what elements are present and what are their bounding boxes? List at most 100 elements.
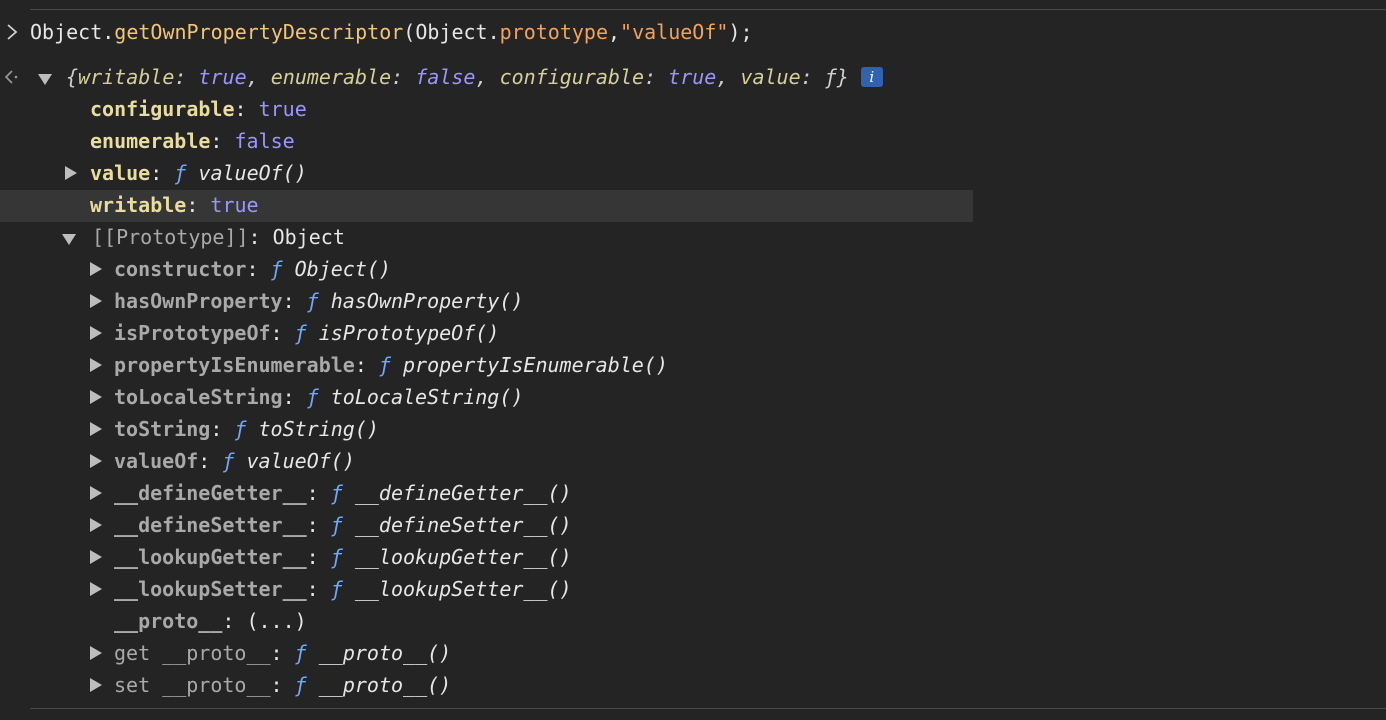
function-name: valueOf()	[198, 161, 307, 185]
property-value: true	[258, 97, 307, 121]
summary-configurable-key: configurable	[499, 65, 645, 89]
console-input-line[interactable]: Object.getOwnPropertyDescriptor(Object.p…	[30, 16, 753, 48]
console-bottom-divider	[30, 708, 1386, 709]
property-enumerable[interactable]: enumerable: false	[90, 125, 295, 157]
prototype-item-key: __lookupGetter__	[114, 545, 307, 569]
function-f-icon: ƒ	[330, 513, 343, 537]
input-object: Object	[30, 20, 103, 44]
prototype-item[interactable]: toString: ƒ toString()	[114, 413, 379, 445]
expand-triangle-right-icon[interactable]	[89, 454, 103, 468]
prototype-item-key: __defineSetter__	[114, 513, 307, 537]
result-summary[interactable]: {writable: true, enumerable: false, conf…	[66, 61, 883, 93]
input-string: "valueOf"	[620, 20, 729, 44]
summary-comma: ,	[475, 65, 500, 89]
expand-triangle-right-icon[interactable]	[89, 294, 103, 308]
console-top-divider	[30, 9, 1386, 10]
summary-sep: :	[800, 65, 825, 89]
function-name: toLocaleString()	[330, 385, 524, 409]
expand-triangle-down-icon[interactable]	[62, 232, 76, 246]
prototype-item-key: toString	[114, 417, 211, 441]
input-open-paren: (	[403, 20, 416, 44]
expand-triangle-right-icon[interactable]	[89, 582, 103, 596]
prototype-item[interactable]: valueOf: ƒ valueOf()	[114, 445, 355, 477]
input-arg-object: Object	[415, 20, 488, 44]
prototype-item[interactable]: propertyIsEnumerable: ƒ propertyIsEnumer…	[114, 349, 668, 381]
summary-configurable-val: true	[668, 65, 717, 89]
prototype-item[interactable]: set __proto__: ƒ __proto__()	[114, 669, 451, 701]
property-value-function[interactable]: value: ƒ valueOf()	[90, 157, 307, 189]
function-f-icon: ƒ	[222, 449, 235, 473]
property-value: false	[234, 129, 295, 153]
summary-open-brace: {	[66, 65, 79, 89]
prototype-item[interactable]: get __proto__: ƒ __proto__()	[114, 637, 451, 669]
prototype-item-key: set __proto__	[114, 673, 271, 697]
prototype-item[interactable]: __lookupSetter__: ƒ __lookupSetter__()	[114, 573, 572, 605]
summary-writable-key: writable	[78, 65, 175, 89]
function-name: toString()	[258, 417, 379, 441]
function-name: __proto__()	[318, 641, 452, 665]
prototype-item-key: propertyIsEnumerable	[114, 353, 355, 377]
function-f-icon: ƒ	[330, 481, 343, 505]
prototype-item[interactable]: isPrototypeOf: ƒ isPrototypeOf()	[114, 317, 499, 349]
lazy-value[interactable]: (...)	[246, 609, 306, 633]
info-icon[interactable]: i	[860, 67, 883, 87]
expand-triangle-right-icon[interactable]	[89, 326, 103, 340]
prototype-item-key: hasOwnProperty	[114, 289, 283, 313]
function-name: hasOwnProperty()	[330, 289, 524, 313]
property-key: enumerable	[90, 129, 211, 153]
input-method: getOwnPropertyDescriptor	[114, 20, 404, 44]
summary-comma: ,	[716, 65, 741, 89]
result-arrow-icon	[4, 70, 18, 84]
property-value: true	[210, 193, 259, 217]
expand-triangle-right-icon[interactable]	[64, 166, 78, 180]
prompt-chevron-icon	[7, 24, 18, 40]
function-name: __lookupGetter__()	[354, 545, 572, 569]
expand-triangle-right-icon[interactable]	[89, 422, 103, 436]
function-name: propertyIsEnumerable()	[403, 353, 668, 377]
expand-triangle-right-icon[interactable]	[89, 646, 103, 660]
function-f-icon: ƒ	[234, 417, 247, 441]
prototype-item[interactable]: __proto__: (...)	[114, 605, 307, 637]
function-f-icon: ƒ	[294, 673, 307, 697]
input-dot: .	[487, 20, 500, 44]
function-name: valueOf()	[246, 449, 355, 473]
property-key: value	[90, 161, 151, 185]
prototype-item[interactable]: __defineGetter__: ƒ __defineGetter__()	[114, 477, 572, 509]
summary-close-brace: }	[836, 65, 849, 89]
prototype-item[interactable]: constructor: ƒ Object()	[114, 253, 391, 285]
function-f-icon: ƒ	[330, 577, 343, 601]
input-dot: .	[102, 20, 115, 44]
summary-sep: :	[391, 65, 416, 89]
summary-comma: ,	[246, 65, 271, 89]
property-key: writable	[90, 193, 187, 217]
property-writable[interactable]: writable: true	[90, 189, 259, 221]
function-f-icon: ƒ	[378, 353, 391, 377]
expand-triangle-right-icon[interactable]	[89, 678, 103, 692]
function-f-icon: ƒ	[330, 545, 343, 569]
prototype-item[interactable]: toLocaleString: ƒ toLocaleString()	[114, 381, 523, 413]
prototype-item-key: valueOf	[114, 449, 199, 473]
function-f-icon: ƒ	[294, 321, 307, 345]
expand-triangle-right-icon[interactable]	[89, 262, 103, 276]
expand-triangle-right-icon[interactable]	[89, 550, 103, 564]
expand-triangle-right-icon[interactable]	[89, 486, 103, 500]
function-name: __proto__()	[318, 673, 452, 697]
input-comma: ,	[608, 20, 621, 44]
expand-triangle-right-icon[interactable]	[89, 518, 103, 532]
prototype-item[interactable]: __lookupGetter__: ƒ __lookupGetter__()	[114, 541, 572, 573]
summary-sep: :	[174, 65, 199, 89]
expand-triangle-right-icon[interactable]	[89, 390, 103, 404]
input-arg-prop: prototype	[499, 20, 608, 44]
expand-triangle-down-icon[interactable]	[38, 72, 52, 86]
function-f-icon: ƒ	[306, 289, 319, 313]
property-configurable[interactable]: configurable: true	[90, 93, 307, 125]
function-name: Object()	[294, 257, 391, 281]
prototype-node[interactable]: [[Prototype]]: Object	[92, 221, 345, 253]
prototype-item[interactable]: __defineSetter__: ƒ __defineSetter__()	[114, 509, 572, 541]
prototype-item[interactable]: hasOwnProperty: ƒ hasOwnProperty()	[114, 285, 523, 317]
prototype-item-key: isPrototypeOf	[114, 321, 271, 345]
prototype-item-key: __defineGetter__	[114, 481, 307, 505]
expand-triangle-right-icon[interactable]	[89, 358, 103, 372]
function-f-icon: ƒ	[270, 257, 283, 281]
function-f-icon: ƒ	[306, 385, 319, 409]
